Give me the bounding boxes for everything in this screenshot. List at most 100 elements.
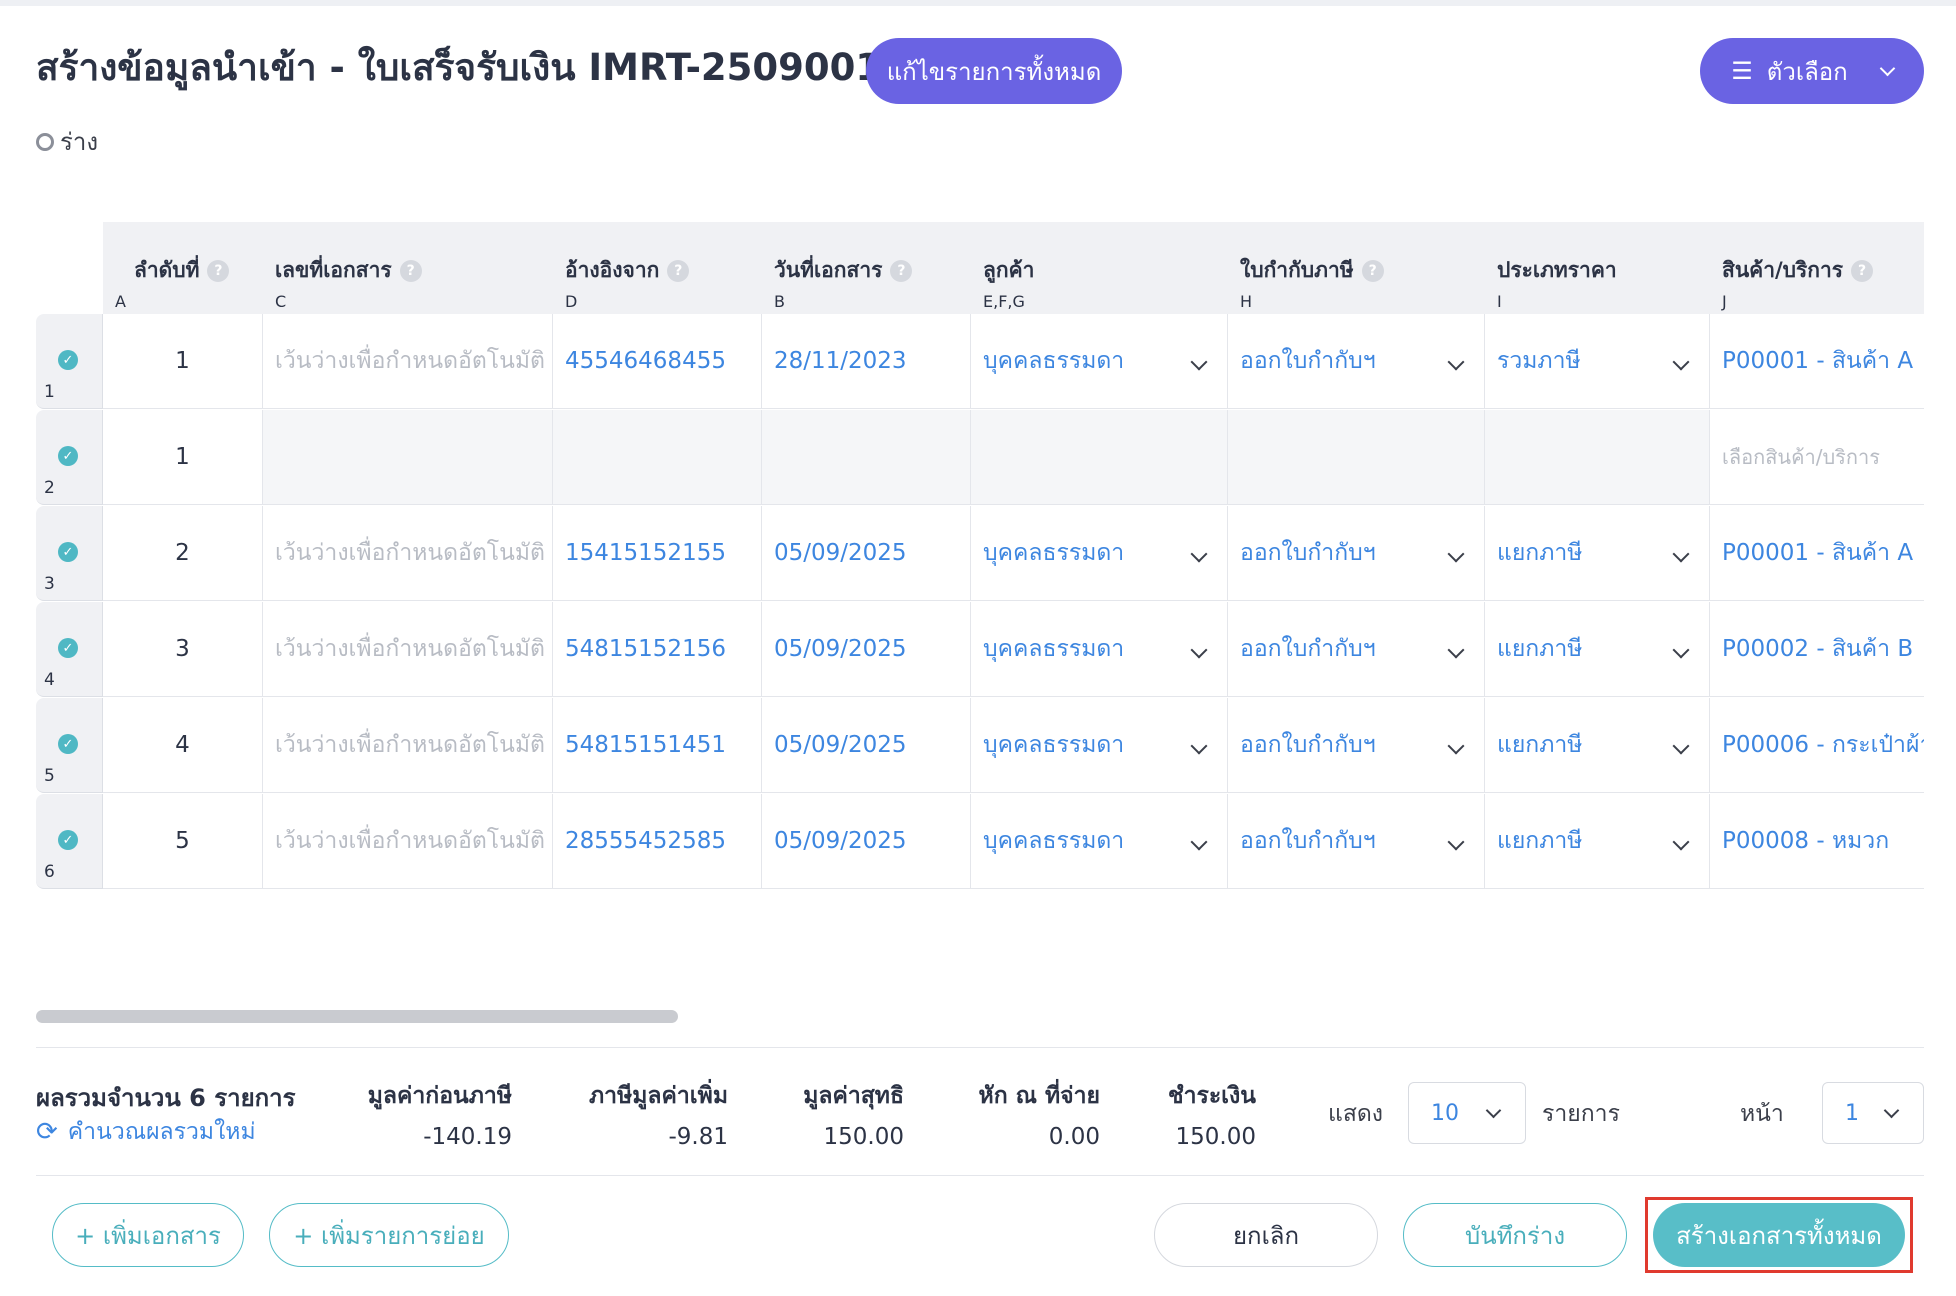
- chevron-down-icon: [1883, 1102, 1900, 1119]
- help-icon[interactable]: ?: [1361, 259, 1384, 282]
- metric-vat: ภาษีมูลค่าเพิ่ม -9.81: [550, 1078, 728, 1150]
- date-cell[interactable]: 28/11/2023: [762, 314, 971, 409]
- price-type-dropdown[interactable]: แยกภาษี: [1485, 506, 1710, 601]
- save-draft-button[interactable]: บันทึกร่าง: [1403, 1203, 1627, 1267]
- page-size-select[interactable]: 10: [1408, 1082, 1526, 1144]
- price-type-dropdown[interactable]: รวมภาษี: [1485, 314, 1710, 409]
- divider: [36, 1047, 1924, 1048]
- check-icon: ✓: [58, 350, 78, 370]
- add-document-button[interactable]: + เพิ่มเอกสาร: [52, 1203, 244, 1267]
- ref-cell[interactable]: 54815151451: [553, 698, 762, 793]
- customer-dropdown[interactable]: บุคคลธรรมดา: [971, 602, 1228, 697]
- tax-invoice-dropdown[interactable]: ออกใบกำกับฯ: [1228, 314, 1485, 409]
- customer-value: บุคคลธรรมดา: [983, 828, 1125, 854]
- product-cell[interactable]: P00001 - สินค้า A: [1710, 506, 1924, 601]
- price-type-dropdown[interactable]: แยกภาษี: [1485, 794, 1710, 889]
- col-letter: A: [115, 292, 126, 311]
- doc-no-cell[interactable]: เว้นว่างเพื่อกำหนดอัตโนมัติ: [263, 794, 553, 889]
- tax-invoice-dropdown[interactable]: ออกใบกำกับฯ: [1228, 602, 1485, 697]
- seq-cell[interactable]: 3: [103, 602, 263, 697]
- seq-cell[interactable]: 1: [103, 314, 263, 409]
- ref-cell[interactable]: 28555452585: [553, 794, 762, 889]
- table-row: ✓ 6 5 เว้นว่างเพื่อกำหนดอัตโนมัติ 2855545…: [36, 794, 1924, 890]
- row-header[interactable]: ✓ 2: [36, 410, 103, 505]
- chevron-down-icon: [1672, 353, 1690, 371]
- page-select[interactable]: 1: [1822, 1082, 1924, 1144]
- ref-cell[interactable]: 15415152155: [553, 506, 762, 601]
- row-header[interactable]: ✓ 1: [36, 314, 103, 409]
- row-header[interactable]: ✓ 3: [36, 506, 103, 601]
- add-line-item-button[interactable]: + เพิ่มรายการย่อย: [269, 1203, 509, 1267]
- page-title: สร้างข้อมูลนำเข้า - ใบเสร็จรับเงิน IMRT-…: [36, 46, 882, 89]
- seq-cell[interactable]: 5: [103, 794, 263, 889]
- help-icon[interactable]: ?: [1851, 259, 1874, 282]
- page-value: 1: [1845, 1100, 1859, 1126]
- status-label: ร่าง: [60, 128, 99, 156]
- ref-cell[interactable]: 54815152156: [553, 602, 762, 697]
- product-cell[interactable]: P00002 - สินค้า B: [1710, 602, 1924, 697]
- metric-label: ภาษีมูลค่าเพิ่ม: [589, 1083, 728, 1109]
- seq-cell[interactable]: 4: [103, 698, 263, 793]
- row-header[interactable]: ✓ 5: [36, 698, 103, 793]
- highlight-box: [1645, 1197, 1913, 1273]
- help-icon[interactable]: ?: [207, 259, 230, 282]
- chevron-down-icon: [1672, 641, 1690, 659]
- product-cell[interactable]: P00006 - กระเป๋าผ้า: [1710, 698, 1924, 793]
- check-icon: ✓: [58, 734, 78, 754]
- col-label: สินค้า/บริการ: [1722, 258, 1844, 282]
- customer-dropdown[interactable]: บุคคลธรรมดา: [971, 506, 1228, 601]
- items-label: รายการ: [1542, 1101, 1620, 1127]
- doc-no-cell[interactable]: เว้นว่างเพื่อกำหนดอัตโนมัติ: [263, 506, 553, 601]
- tax-invoice-dropdown[interactable]: ออกใบกำกับฯ: [1228, 794, 1485, 889]
- date-cell[interactable]: 05/09/2025: [762, 506, 971, 601]
- customer-dropdown[interactable]: บุคคลธรรมดา: [971, 698, 1228, 793]
- chevron-down-icon: [1190, 737, 1208, 755]
- cancel-button[interactable]: ยกเลิก: [1154, 1203, 1378, 1267]
- chevron-down-icon: [1190, 833, 1208, 851]
- ref-cell[interactable]: 45546468455: [553, 314, 762, 409]
- col-label: เลขที่เอกสาร: [275, 258, 392, 282]
- help-icon[interactable]: ?: [890, 259, 913, 282]
- col-letter: E,F,G: [983, 292, 1025, 311]
- customer-dropdown[interactable]: บุคคลธรรมดา: [971, 794, 1228, 889]
- price-type-dropdown[interactable]: แยกภาษี: [1485, 602, 1710, 697]
- chevron-down-icon: [1672, 737, 1690, 755]
- options-button[interactable]: ☰ ตัวเลือก: [1700, 38, 1924, 104]
- product-select[interactable]: เลือกสินค้า/บริการ: [1710, 410, 1924, 505]
- seq-cell[interactable]: 1: [103, 410, 263, 505]
- horizontal-scrollbar[interactable]: [36, 1010, 678, 1023]
- col-letter: B: [774, 292, 785, 311]
- date-cell: [762, 410, 971, 505]
- row-header[interactable]: ✓ 4: [36, 602, 103, 697]
- tax-invoice-dropdown[interactable]: ออกใบกำกับฯ: [1228, 506, 1485, 601]
- metric-label: มูลค่าสุทธิ: [803, 1083, 904, 1109]
- doc-no-cell[interactable]: เว้นว่างเพื่อกำหนดอัตโนมัติ: [263, 314, 553, 409]
- product-cell[interactable]: P00008 - หมวก: [1710, 794, 1924, 889]
- col-header-customer: ลูกค้า E,F,G: [971, 222, 1228, 314]
- product-cell[interactable]: P00001 - สินค้า A: [1710, 314, 1924, 409]
- doc-no-cell[interactable]: เว้นว่างเพื่อกำหนดอัตโนมัติ: [263, 698, 553, 793]
- check-icon: ✓: [58, 830, 78, 850]
- metric-value: 150.00: [1175, 1124, 1256, 1150]
- date-cell[interactable]: 05/09/2025: [762, 794, 971, 889]
- help-icon[interactable]: ?: [399, 259, 422, 282]
- col-header-price-type: ประเภทราคา I: [1485, 222, 1710, 314]
- edit-all-button[interactable]: แก้ไขรายการทั้งหมด: [866, 38, 1122, 104]
- top-border: [0, 0, 1956, 6]
- tax-invoice-dropdown[interactable]: ออกใบกำกับฯ: [1228, 698, 1485, 793]
- doc-no-cell[interactable]: เว้นว่างเพื่อกำหนดอัตโนมัติ: [263, 602, 553, 697]
- recalculate-link[interactable]: ⟳ คำนวณผลรวมใหม่: [36, 1114, 256, 1150]
- col-header-doc-no: เลขที่เอกสาร? C: [263, 222, 553, 314]
- date-cell[interactable]: 05/09/2025: [762, 602, 971, 697]
- price-type-dropdown[interactable]: แยกภาษี: [1485, 698, 1710, 793]
- summary-title: ผลรวมจำนวน 6 รายการ: [36, 1084, 296, 1112]
- date-cell[interactable]: 05/09/2025: [762, 698, 971, 793]
- metric-withholding: หัก ณ ที่จ่าย 0.00: [960, 1078, 1100, 1150]
- help-icon[interactable]: ?: [667, 259, 690, 282]
- row-header[interactable]: ✓ 6: [36, 794, 103, 889]
- customer-dropdown[interactable]: บุคคลธรรมดา: [971, 314, 1228, 409]
- status-badge: ร่าง: [36, 122, 98, 161]
- seq-cell[interactable]: 2: [103, 506, 263, 601]
- chevron-down-icon: [1190, 641, 1208, 659]
- page-size-value: 10: [1431, 1100, 1459, 1126]
